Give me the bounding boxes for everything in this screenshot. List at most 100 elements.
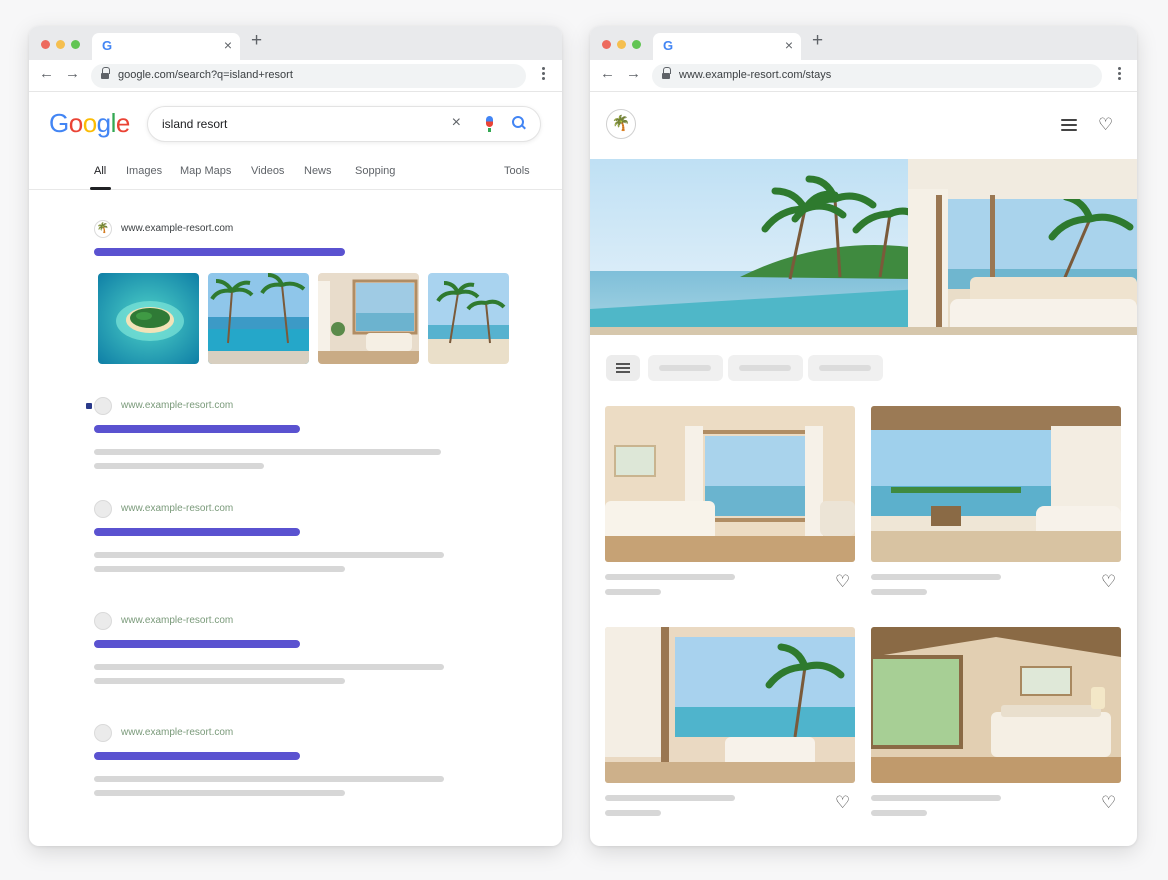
result-title-link[interactable]	[94, 640, 300, 648]
tab-bar: G × +	[590, 26, 1137, 60]
browser-tab[interactable]: G ×	[92, 33, 240, 60]
hero-image	[590, 159, 1137, 335]
tab-shopping[interactable]: Sopping	[355, 165, 395, 177]
maximize-window-button[interactable]	[71, 40, 80, 49]
filter-chip[interactable]	[728, 355, 803, 381]
result-snippet-line	[94, 463, 264, 469]
result-snippet-line	[94, 790, 345, 796]
lock-icon	[101, 67, 110, 80]
favorites-heart-icon[interactable]: ♡	[1098, 116, 1113, 133]
search-icon[interactable]	[512, 116, 526, 130]
result-site-url[interactable]: www.example-resort.com	[121, 503, 233, 514]
stay-card-image[interactable]	[871, 406, 1121, 562]
forward-arrow-icon[interactable]: →	[626, 65, 641, 82]
browser-menu-icon[interactable]	[1118, 67, 1121, 81]
result-title-link[interactable]	[94, 425, 300, 433]
logo-letter: G	[49, 108, 69, 138]
save-heart-icon[interactable]: ♡	[1101, 794, 1116, 811]
url-field[interactable]: www.example-resort.com/stays	[652, 64, 1102, 88]
result-site-url[interactable]: www.example-resort.com	[121, 727, 233, 738]
filter-chip[interactable]	[808, 355, 883, 381]
result-snippet-line	[94, 552, 444, 558]
result-site-url[interactable]: www.example-resort.com	[121, 400, 233, 411]
url-text: www.example-resort.com/stays	[679, 69, 832, 81]
close-window-button[interactable]	[602, 40, 611, 49]
stay-card-image[interactable]	[605, 627, 855, 783]
logo-letter: e	[115, 108, 130, 138]
minimize-window-button[interactable]	[617, 40, 626, 49]
stay-title-placeholder	[871, 574, 1001, 580]
new-tab-button[interactable]: +	[251, 30, 262, 52]
result-snippet-line	[94, 664, 444, 670]
result-snippet-line	[94, 449, 441, 455]
save-heart-icon[interactable]: ♡	[835, 794, 850, 811]
stay-price-placeholder	[871, 810, 927, 816]
result-favicon-icon	[94, 612, 112, 630]
logo-letter: o	[68, 108, 83, 138]
result-title-link[interactable]	[94, 752, 300, 760]
logo-letter: g	[96, 108, 111, 138]
stay-title-placeholder	[605, 795, 735, 801]
stay-card-image[interactable]	[871, 627, 1121, 783]
new-tab-button[interactable]: +	[812, 30, 823, 52]
google-logo[interactable]: Google	[49, 108, 130, 139]
address-bar: ← → www.example-resort.com/stays	[590, 60, 1137, 92]
microphone-icon[interactable]	[485, 116, 494, 133]
browser-menu-icon[interactable]	[542, 67, 545, 81]
result-site-url[interactable]: www.example-resort.com	[121, 223, 233, 234]
hamburger-menu-icon[interactable]	[1061, 119, 1077, 131]
result-favicon-icon	[94, 397, 112, 415]
result-snippet-line	[94, 776, 444, 782]
back-arrow-icon[interactable]: ←	[600, 65, 615, 82]
save-heart-icon[interactable]: ♡	[835, 573, 850, 590]
stay-title-placeholder	[871, 795, 1001, 801]
result-image-pool[interactable]	[208, 273, 309, 364]
result-snippet-line	[94, 678, 345, 684]
url-field[interactable]: google.com/search?q=island+resort	[91, 64, 526, 88]
result-image-room[interactable]	[318, 273, 419, 364]
palm-favicon-icon: 🌴	[94, 220, 112, 238]
forward-arrow-icon[interactable]: →	[65, 65, 80, 82]
active-tab-indicator	[90, 187, 111, 190]
maximize-window-button[interactable]	[632, 40, 641, 49]
result-image-beach[interactable]	[428, 273, 509, 364]
stay-title-placeholder	[605, 574, 735, 580]
result-snippet-line	[94, 566, 345, 572]
google-favicon-icon: G	[663, 38, 674, 53]
search-query-text: island resort	[162, 117, 228, 131]
resort-stays-window: G × + ← → www.example-resort.com/stays 🌴…	[590, 26, 1137, 846]
tab-images[interactable]: Images	[126, 165, 162, 177]
tab-all[interactable]: All	[94, 165, 106, 177]
result-favicon-icon	[94, 724, 112, 742]
save-heart-icon[interactable]: ♡	[1101, 573, 1116, 590]
filter-chip[interactable]	[648, 355, 723, 381]
tab-maps[interactable]: Map Maps	[180, 165, 231, 177]
cursor-marker-icon	[86, 403, 92, 409]
resort-logo-palm-icon[interactable]: 🌴	[606, 109, 636, 139]
close-window-button[interactable]	[41, 40, 50, 49]
search-input[interactable]: island resort ×	[147, 106, 541, 142]
result-image-island[interactable]	[98, 273, 199, 364]
window-controls	[602, 40, 641, 49]
filter-settings-icon[interactable]	[606, 355, 640, 381]
tools-button[interactable]: Tools	[504, 165, 530, 177]
tab-news[interactable]: News	[304, 165, 332, 177]
clear-search-icon[interactable]: ×	[452, 114, 461, 132]
stay-price-placeholder	[605, 810, 661, 816]
result-title-link[interactable]	[94, 528, 300, 536]
result-site-url[interactable]: www.example-resort.com	[121, 615, 233, 626]
stay-card-image[interactable]	[605, 406, 855, 562]
google-favicon-icon: G	[102, 38, 113, 53]
search-tabs: All Images Map Maps Videos News Sopping …	[29, 160, 562, 190]
window-controls	[41, 40, 80, 49]
result-title-link[interactable]	[94, 248, 345, 256]
close-tab-icon[interactable]: ×	[224, 37, 232, 53]
browser-tab[interactable]: G ×	[653, 33, 801, 60]
result-favicon-icon	[94, 500, 112, 518]
close-tab-icon[interactable]: ×	[785, 37, 793, 53]
lock-icon	[662, 67, 671, 80]
minimize-window-button[interactable]	[56, 40, 65, 49]
stay-price-placeholder	[605, 589, 661, 595]
back-arrow-icon[interactable]: ←	[39, 65, 54, 82]
tab-videos[interactable]: Videos	[251, 165, 284, 177]
